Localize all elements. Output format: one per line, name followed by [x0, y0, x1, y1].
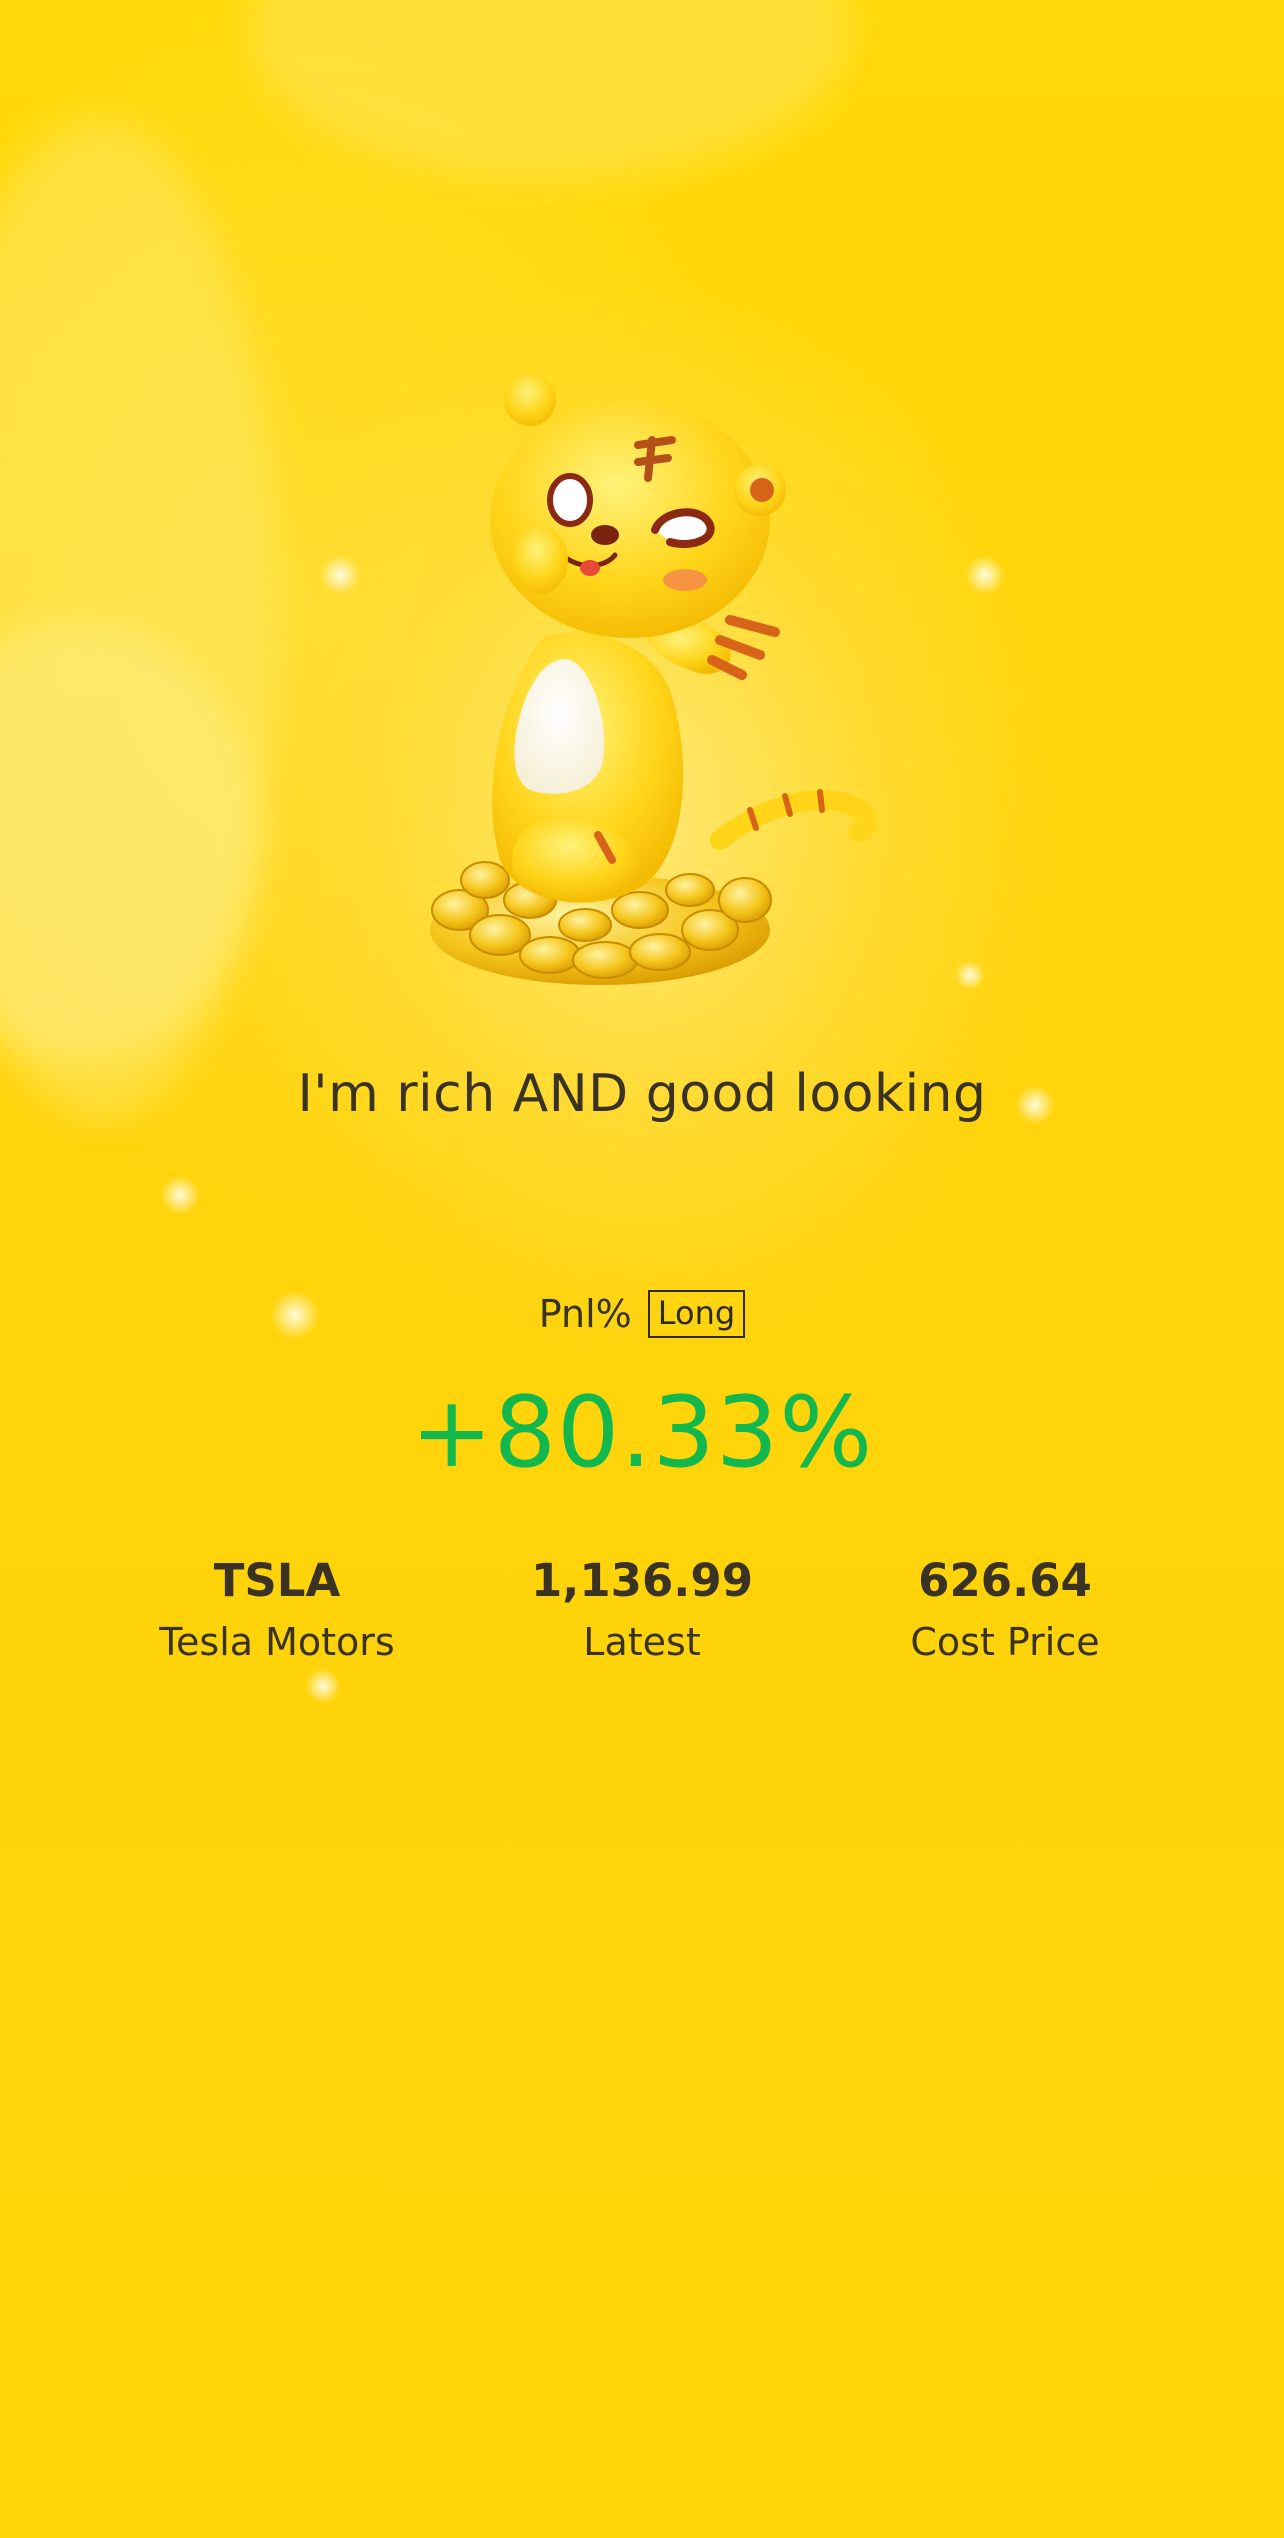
- background-smoke: [250, 0, 850, 180]
- share-card-screen: I'm rich AND good looking Pnl% Long +80.…: [0, 0, 1284, 2538]
- background-smoke: [0, 620, 260, 1060]
- stat-cost: 626.64 Cost Price: [825, 1550, 1185, 1672]
- pnl-header: Pnl% Long: [0, 1290, 1284, 1338]
- cost-price: 626.64: [918, 1554, 1092, 1607]
- tiger-mascot-illustration: [430, 374, 877, 985]
- pnl-percentage: +80.33%: [410, 1376, 874, 1490]
- sparkle-dot: [160, 1175, 200, 1215]
- pnl-label: Pnl%: [538, 1292, 632, 1336]
- sparkle-dot: [965, 555, 1005, 595]
- stock-name: Tesla Motors: [159, 1620, 395, 1664]
- latest-price: 1,136.99: [530, 1554, 754, 1607]
- sparkle-dot: [955, 960, 985, 990]
- stat-symbol: TSLA Tesla Motors: [97, 1550, 457, 1672]
- stat-latest: 1,136.99 Latest: [462, 1550, 822, 1672]
- stock-symbol: TSLA: [213, 1554, 341, 1607]
- position-type-badge: Long: [647, 1290, 746, 1338]
- share-caption: I'm rich AND good looking: [297, 1064, 987, 1124]
- position-stats: TSLA Tesla Motors 1,136.99 Latest 626.64…: [0, 1550, 1284, 1680]
- latest-label: Latest: [583, 1620, 701, 1664]
- background-smoke: [0, 120, 280, 1120]
- sparkle-dot: [320, 555, 360, 595]
- cost-price-label: Cost Price: [910, 1620, 1100, 1664]
